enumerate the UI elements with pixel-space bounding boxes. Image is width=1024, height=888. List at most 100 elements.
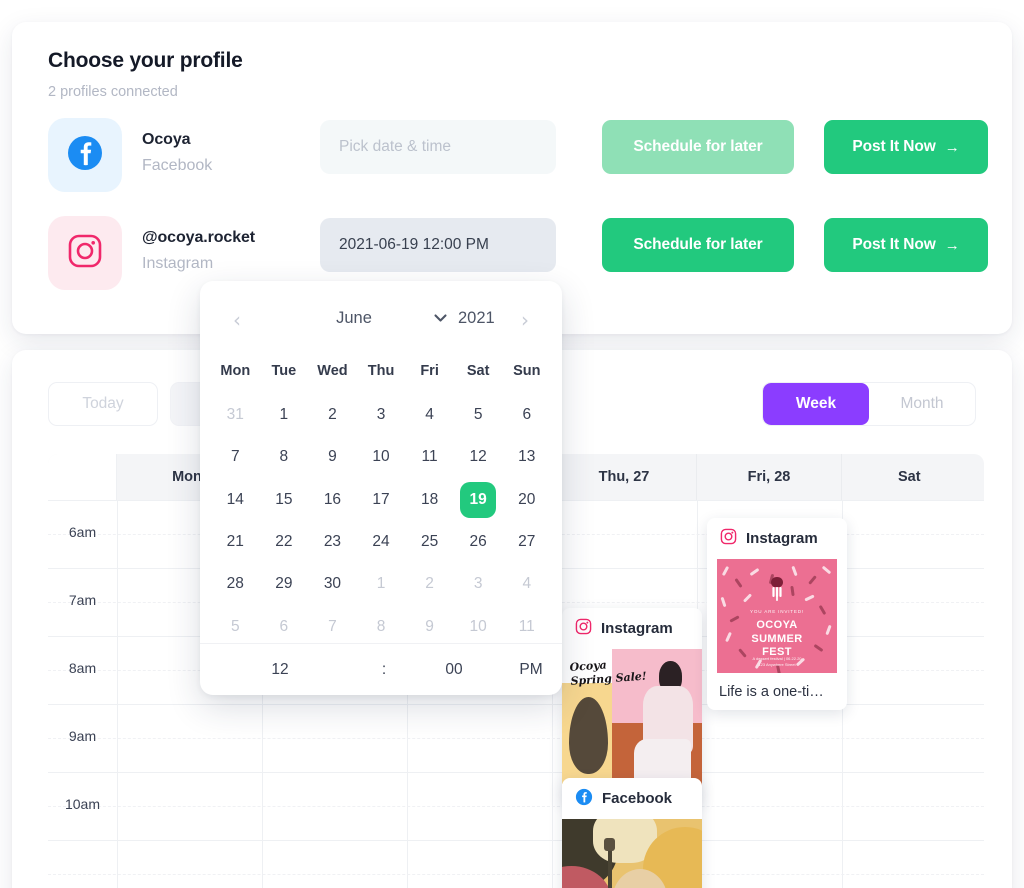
date-picker-day[interactable]: 15 (260, 479, 309, 521)
date-picker-day[interactable]: 26 (454, 521, 503, 563)
schedule-for-later-button[interactable]: Schedule for later (602, 218, 794, 272)
date-picker-day[interactable]: 17 (357, 479, 406, 521)
date-picker-day[interactable]: 16 (308, 479, 357, 521)
day-number: 9 (425, 617, 434, 635)
hour-value[interactable]: 12 (200, 661, 360, 679)
date-picker-day[interactable]: 20 (502, 479, 551, 521)
chevron-right-icon[interactable]: › (512, 307, 538, 333)
date-picker-day[interactable]: 6 (502, 394, 551, 436)
time-label-9am: 9am (68, 728, 97, 744)
time-label-8am: 8am (68, 660, 97, 676)
date-picker-day[interactable]: 29 (260, 563, 309, 605)
day-number: 30 (323, 575, 342, 593)
day-number: 5 (230, 617, 240, 635)
time-label-10am: 10am (64, 796, 101, 812)
tab-week[interactable]: Week (763, 383, 869, 425)
date-picker-day[interactable]: 24 (357, 521, 406, 563)
date-picker-day[interactable]: 25 (405, 521, 454, 563)
date-picker-day[interactable]: 2 (308, 394, 357, 436)
date-picker-day[interactable]: 28 (211, 563, 260, 605)
date-picker-day[interactable]: 5 (211, 605, 260, 647)
day-number: 4 (522, 575, 532, 593)
facebook-icon (575, 788, 593, 810)
date-picker-day[interactable]: 18 (405, 479, 454, 521)
date-picker-day[interactable]: 11 (405, 436, 454, 478)
account-name: @ocoya.rocket (142, 229, 256, 246)
date-picker-day[interactable]: 31 (211, 394, 260, 436)
day-number: 21 (226, 533, 244, 551)
date-picker-day[interactable]: 19 (454, 479, 503, 521)
day-number: 17 (372, 490, 390, 508)
hour-line (48, 772, 984, 773)
date-picker-day[interactable]: 30 (308, 563, 357, 605)
date-picker-day[interactable]: 1 (260, 394, 309, 436)
day-number: 11 (421, 448, 438, 466)
date-picker-day[interactable]: 12 (454, 436, 503, 478)
schedule-for-later-button[interactable]: Schedule for later (602, 120, 794, 174)
date-picker-day[interactable]: 8 (357, 605, 406, 647)
date-picker-day[interactable]: 5 (454, 394, 503, 436)
minute-value[interactable]: 00 (408, 661, 500, 679)
date-picker-day[interactable]: 4 (502, 563, 551, 605)
date-picker-day[interactable]: 10 (454, 605, 503, 647)
date-picker-day[interactable]: 14 (211, 479, 260, 521)
date-picker-week-row: 5 6 7 8 9 10 11 (211, 605, 551, 647)
calendar-event-card[interactable]: Instagram YOU ARE INVITED! OCOYA SUMMER … (707, 518, 847, 710)
day-header-sat[interactable]: Sat (842, 454, 984, 500)
poster-footer: A dessert festival | 06.22.20 123 Anywhe… (752, 656, 802, 668)
date-picker-day[interactable]: 7 (211, 436, 260, 478)
calendar-event-card[interactable]: Instagram Ocoya Spring Sale! (562, 608, 702, 804)
date-picker-day[interactable]: 2 (405, 563, 454, 605)
calendar-event-card[interactable]: Facebook (562, 778, 702, 888)
event-network-row: Instagram (562, 608, 702, 649)
date-picker-day[interactable]: 27 (502, 521, 551, 563)
account-name: Ocoya (142, 131, 191, 148)
date-picker-day[interactable]: 8 (260, 436, 309, 478)
gutter-divider (117, 500, 118, 888)
date-picker-day[interactable]: 6 (260, 605, 309, 647)
account-network: Instagram (142, 255, 214, 272)
avatar (48, 216, 122, 290)
post-it-now-button[interactable]: Post It Now → (824, 120, 988, 174)
date-picker-day[interactable]: 13 (502, 436, 551, 478)
date-picker-day[interactable]: 9 (308, 436, 357, 478)
date-picker-day[interactable]: 10 (357, 436, 406, 478)
date-picker-day[interactable]: 7 (308, 605, 357, 647)
today-button[interactable]: Today (48, 382, 158, 426)
tab-month[interactable]: Month (869, 383, 975, 425)
post-label: Post It Now (852, 138, 936, 155)
date-picker-day[interactable]: 21 (211, 521, 260, 563)
post-it-now-button[interactable]: Post It Now → (824, 218, 988, 272)
arrow-right-icon: → (944, 236, 960, 254)
event-network-label: Instagram (746, 530, 818, 547)
day-number: 11 (518, 617, 535, 635)
date-picker-day[interactable]: 9 (405, 605, 454, 647)
date-picker-day[interactable]: 3 (454, 563, 503, 605)
year-select[interactable]: 2021 (458, 309, 495, 328)
date-picker-day[interactable]: 22 (260, 521, 309, 563)
day-number: 10 (469, 617, 487, 635)
date-time-input[interactable]: 2021-06-19 12:00 PM (320, 218, 556, 272)
chevron-down-icon[interactable] (434, 311, 447, 326)
date-picker-day[interactable]: 1 (357, 563, 406, 605)
date-time-input[interactable]: Pick date & time (320, 120, 556, 174)
meridiem-value[interactable]: PM (500, 661, 562, 679)
day-number: 16 (323, 490, 342, 508)
day-number: 26 (469, 533, 487, 551)
event-network-label: Facebook (602, 790, 673, 807)
date-picker-day[interactable]: 11 (502, 605, 551, 647)
month-select[interactable]: June (274, 309, 434, 328)
day-header-fri[interactable]: Fri, 28 (697, 454, 842, 500)
weekday-header-row: Mon Tue Wed Thu Fri Sat Sun (211, 363, 551, 379)
date-picker-day[interactable]: 4 (405, 394, 454, 436)
summer-fest-poster: YOU ARE INVITED! OCOYA SUMMER FEST A des… (717, 559, 837, 673)
app-root: Choose your profile 2 profiles connected… (0, 0, 1024, 888)
date-picker-day[interactable]: 23 (308, 521, 357, 563)
half-hour-line (48, 874, 984, 875)
post-label: Post It Now (852, 236, 936, 253)
date-picker-day[interactable]: 3 (357, 394, 406, 436)
chevron-left-icon[interactable]: ‹ (224, 307, 250, 333)
profile-row-facebook: Ocoya Facebook Pick date & time Schedule… (48, 118, 988, 192)
day-header-thu[interactable]: Thu, 27 (552, 454, 697, 500)
date-picker-week-row: 31 1 2 3 4 5 6 (211, 394, 551, 436)
